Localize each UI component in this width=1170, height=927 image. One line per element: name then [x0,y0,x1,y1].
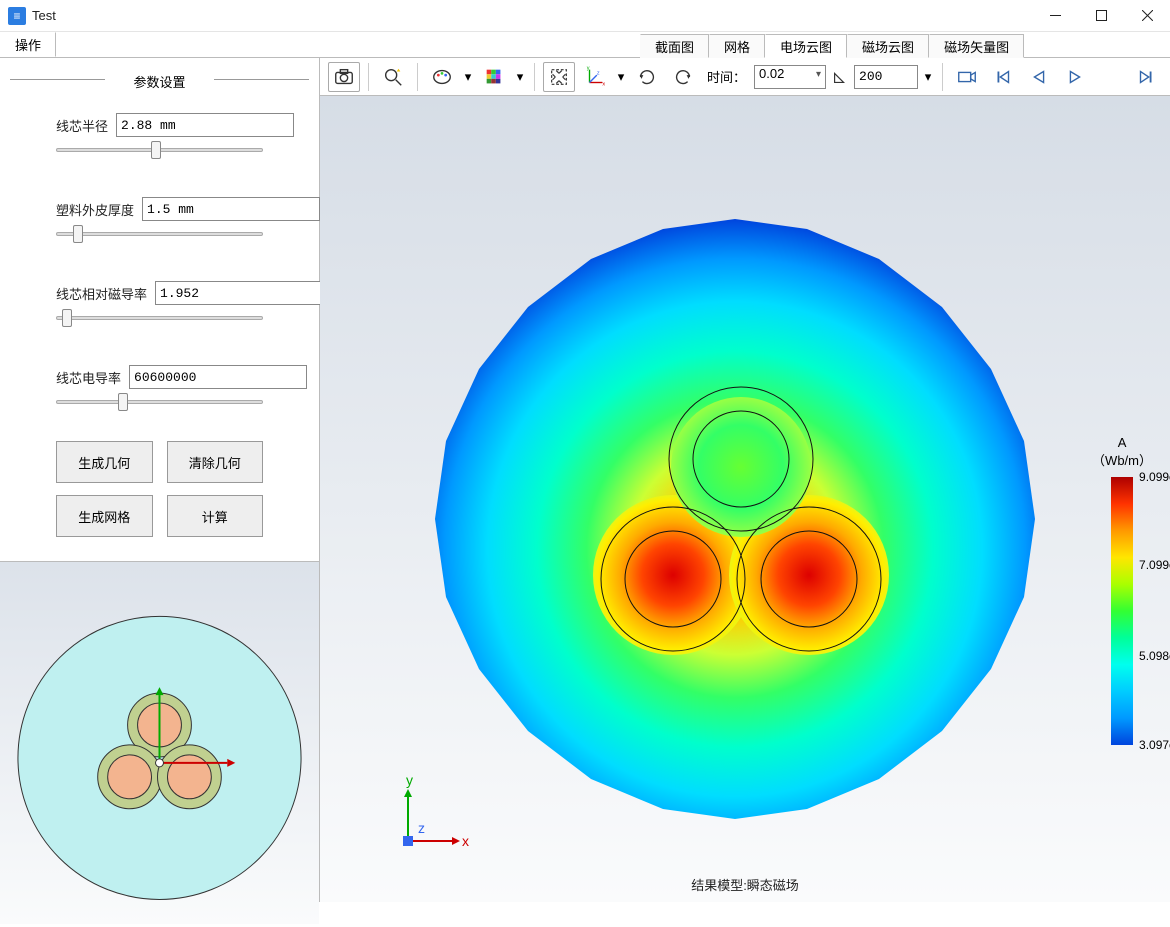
colormap-icon[interactable] [478,62,510,92]
app-icon: ≡ [8,7,26,25]
geometry-preview[interactable] [0,562,319,924]
window-title: Test [32,8,1032,23]
param-slider-0[interactable] [56,143,263,157]
palette-icon[interactable] [426,62,458,92]
prev-frame-icon[interactable] [1023,62,1055,92]
param-label-1: 塑料外皮厚度 [56,200,134,219]
param-input-3[interactable] [129,365,307,389]
param-input-0[interactable] [116,113,294,137]
palette-dropdown[interactable]: ▾ [462,69,474,85]
svg-text:y: y [587,66,590,72]
legend-tick: 3.097e-05 [1139,738,1170,752]
maximize-button[interactable] [1078,0,1124,32]
frame-dropdown[interactable]: ▾ [922,69,934,85]
params-title: 参数设置 [0,58,319,99]
play-icon[interactable] [1059,62,1091,92]
rotate-ccw-icon[interactable] [667,62,699,92]
view-tabs: 截面图 网格 电场云图 磁场云图 磁场矢量图 [0,32,1170,58]
first-frame-icon[interactable] [987,62,1019,92]
axes-dropdown[interactable]: ▾ [615,69,627,85]
param-slider-2[interactable] [56,311,263,325]
colormap-dropdown[interactable]: ▾ [514,69,526,85]
legend-tick: 7.099e-05 [1139,558,1170,572]
tab-efield[interactable]: 电场云图 [765,34,847,58]
rotate-cw-icon[interactable] [631,62,663,92]
param-label-2: 线芯相对磁导率 [56,284,147,303]
angle-icon[interactable] [830,62,850,92]
record-icon[interactable] [951,62,983,92]
snapshot-icon[interactable] [328,62,360,92]
param-label-0: 线芯半径 [56,116,108,135]
param-input-1[interactable] [142,197,320,221]
axis-x-label: x [462,833,469,849]
time-label: 时间： [707,67,746,86]
svg-text:z: z [597,70,600,76]
param-slider-1[interactable] [56,227,263,241]
zoom-icon[interactable] [377,62,409,92]
tab-mfield[interactable]: 磁场云图 [847,34,929,58]
legend-title-2: （Wb/m） [1092,450,1152,469]
axis-z-label: z [418,820,425,836]
result-viewport[interactable]: y x z A （Wb/m） 9.099e-057.099e-055.098e-… [320,96,1170,902]
close-button[interactable] [1124,0,1170,32]
legend-title-1: A [1092,435,1152,450]
axes-icon[interactable]: y xz [579,62,611,92]
last-frame-icon[interactable] [1130,62,1162,92]
gen-geom-button[interactable]: 生成几何 [56,441,153,483]
param-input-2[interactable] [155,281,333,305]
fit-view-icon[interactable] [543,62,575,92]
param-slider-3[interactable] [56,395,263,409]
svg-text:x: x [602,81,605,87]
param-label-3: 线芯电导率 [56,368,121,387]
compute-button[interactable]: 计算 [167,495,264,537]
viewport-toolbar: ▾ ▾ y xz ▾ 时间： 0.02 ▾ [320,58,1170,96]
minimize-button[interactable] [1032,0,1078,32]
time-select[interactable]: 0.02 [754,65,826,89]
tab-section[interactable]: 截面图 [640,34,709,58]
axis-y-label: y [406,772,413,788]
tab-mesh[interactable]: 网格 [709,34,765,58]
legend-tick: 5.098e-05 [1139,649,1170,663]
frame-input[interactable] [854,65,918,89]
clear-geom-button[interactable]: 清除几何 [167,441,264,483]
legend-tick: 9.099e-05 [1139,470,1170,484]
color-legend: A （Wb/m） 9.099e-057.099e-055.098e-053.09… [1092,435,1152,753]
tab-mvector[interactable]: 磁场矢量图 [929,34,1024,58]
result-model-label: 结果模型:瞬态磁场 [691,875,799,894]
gen-mesh-button[interactable]: 生成网格 [56,495,153,537]
